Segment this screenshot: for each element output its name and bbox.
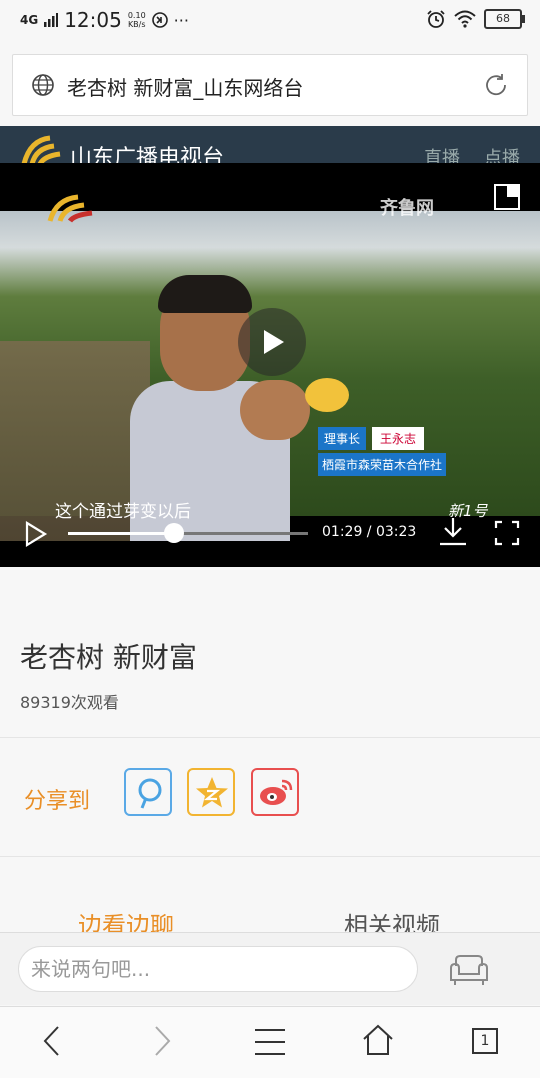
lower-third: 理事长 王永志 栖霞市森荣苗木合作社 xyxy=(318,427,447,476)
divider xyxy=(0,856,540,857)
notification-icon xyxy=(151,12,168,28)
lower-third-role: 理事长 xyxy=(318,427,367,450)
tab-related-videos[interactable]: 相关视频 xyxy=(344,906,440,934)
address-bar[interactable]: 老杏树 新财富_山东网络台 xyxy=(12,54,528,116)
play-icon xyxy=(264,330,284,354)
share-qzone-button[interactable] xyxy=(187,768,235,816)
address-text[interactable]: 老杏树 新财富_山东网络台 xyxy=(67,72,303,101)
weibo-icon xyxy=(260,779,293,805)
site-logo-icon xyxy=(21,135,61,166)
clock: 12:05 xyxy=(64,8,122,32)
globe-icon xyxy=(32,74,54,96)
forward-icon[interactable] xyxy=(150,1024,174,1058)
view-count: 89319次观看 xyxy=(20,693,119,712)
fullscreen-icon[interactable] xyxy=(494,520,520,546)
reload-icon[interactable] xyxy=(483,72,509,98)
tabs-count-button[interactable]: 1 xyxy=(472,1028,498,1054)
divider xyxy=(0,737,540,738)
battery-level: 68 xyxy=(496,12,510,25)
content-tabs: 边看边聊 相关视频 xyxy=(0,900,540,934)
apricot xyxy=(305,378,349,412)
time-display: 01:29 / 03:23 xyxy=(322,524,417,540)
network-type: 4G xyxy=(20,13,39,27)
pip-button[interactable] xyxy=(494,184,520,210)
tab-chat[interactable]: 边看边聊 xyxy=(78,906,174,934)
home-icon[interactable] xyxy=(362,1024,394,1056)
progress-fill xyxy=(68,532,174,535)
alarm-icon xyxy=(427,10,445,28)
progress-bar[interactable] xyxy=(68,523,308,543)
progress-knob[interactable] xyxy=(163,523,184,543)
tabs-count: 1 xyxy=(480,1033,490,1049)
video-watermark: 齐鲁网 xyxy=(380,198,434,219)
lower-third-org: 栖霞市森荣苗木合作社 xyxy=(318,453,447,476)
wifi-icon xyxy=(454,10,476,28)
more-status-icon: ··· xyxy=(173,10,189,30)
signal-icon xyxy=(44,13,59,27)
download-icon[interactable] xyxy=(438,516,468,548)
hand xyxy=(240,380,310,440)
speed-unit: KB/s xyxy=(127,20,146,29)
channel-logo-icon xyxy=(47,194,93,223)
center-play-button[interactable] xyxy=(238,308,306,376)
sofa-icon[interactable] xyxy=(448,952,490,988)
menu-icon[interactable] xyxy=(254,1028,286,1056)
comment-input[interactable] xyxy=(18,946,418,992)
network-speed: 0.10 KB/s xyxy=(128,11,146,29)
speed-value: 0.10 xyxy=(127,11,146,20)
share-weibo-button[interactable] xyxy=(251,768,299,816)
battery-icon: 68 xyxy=(484,9,525,29)
share-qq-browser-button[interactable] xyxy=(124,768,172,816)
share-label: 分享到 xyxy=(24,789,91,814)
status-bar: 4G 12:05 0.10 KB/s ··· 68 xyxy=(0,0,540,44)
play-pause-button[interactable] xyxy=(24,521,48,547)
site-header: 山东广播电视台 直播 点播 xyxy=(0,126,540,166)
qzone-star-icon xyxy=(196,777,228,808)
back-icon[interactable] xyxy=(40,1024,64,1058)
video-subtitle: 这个通过芽变以后 xyxy=(55,502,191,522)
lower-third-name: 王永志 xyxy=(372,427,425,450)
qq-browser-icon xyxy=(138,778,162,809)
video-title: 老杏树 新财富 xyxy=(20,641,197,674)
